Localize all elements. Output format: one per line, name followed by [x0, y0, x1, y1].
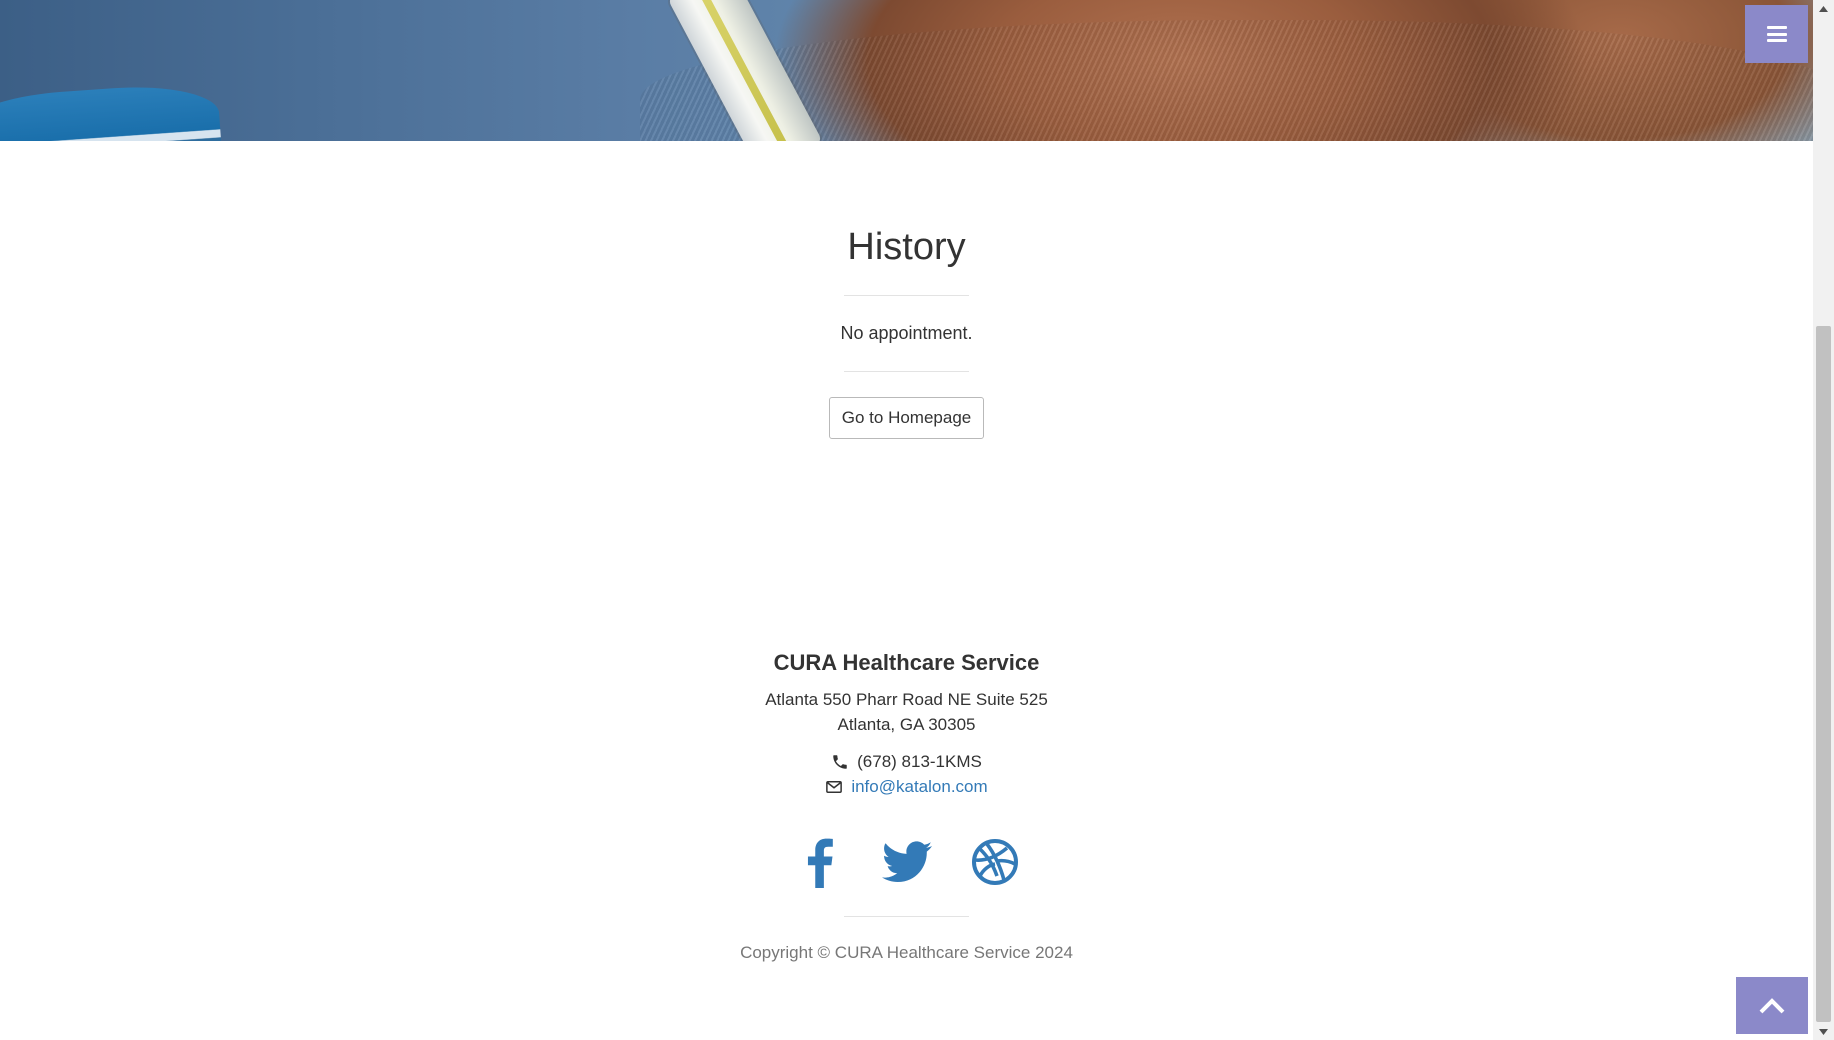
email-link[interactable]: info@katalon.com — [851, 777, 987, 797]
chevron-up-icon — [1759, 997, 1785, 1013]
phone-icon — [833, 755, 847, 769]
dribbble-icon[interactable] — [970, 835, 1020, 889]
facebook-icon[interactable] — [794, 835, 844, 889]
footer-address-line1: Atlanta 550 Pharr Road NE Suite 525 — [765, 690, 1048, 709]
hamburger-icon — [1766, 26, 1787, 42]
phone-number: (678) 813-1KMS — [857, 752, 982, 771]
page: History No appointment. Go to Homepage C… — [0, 0, 1834, 1040]
empty-history-message: No appointment. — [840, 323, 973, 343]
hero-blanket — [0, 81, 223, 141]
footer-email: info@katalon.com — [0, 777, 1813, 797]
copyright-text: Copyright © CURA Healthcare Service 2024 — [740, 943, 1073, 962]
page-title: History — [847, 226, 966, 268]
twitter-icon[interactable] — [881, 835, 932, 889]
scroll-to-top-button[interactable] — [1736, 977, 1808, 1034]
footer-company-name: CURA Healthcare Service — [773, 650, 1040, 675]
menu-toggle-button[interactable] — [1745, 5, 1808, 63]
scroll-up-arrow[interactable] — [1813, 0, 1834, 17]
scroll-down-arrow[interactable] — [1813, 1023, 1834, 1040]
go-to-homepage-button[interactable]: Go to Homepage — [829, 397, 984, 439]
hero-banner — [0, 0, 1813, 141]
vertical-scrollbar[interactable] — [1813, 0, 1834, 1040]
envelope-icon — [826, 781, 843, 793]
scrollbar-thumb[interactable] — [1816, 326, 1831, 1022]
footer-phone: (678) 813-1KMS — [0, 752, 1813, 772]
divider — [844, 371, 969, 372]
divider — [844, 295, 969, 296]
social-links — [0, 835, 1813, 889]
divider — [844, 916, 969, 917]
hero-teddy-bear — [640, 20, 1813, 141]
footer-address-line2: Atlanta, GA 30305 — [837, 715, 976, 734]
